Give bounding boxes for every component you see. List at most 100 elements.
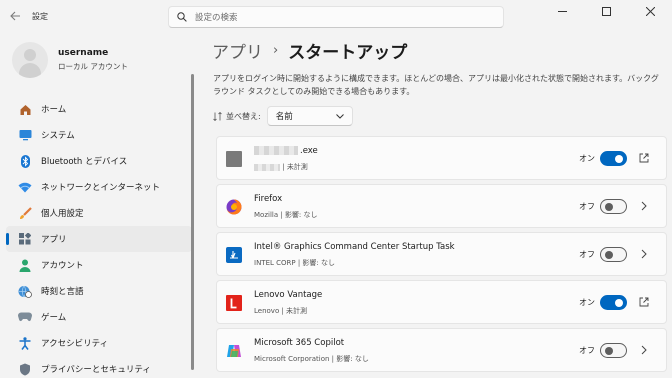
intel-graphics-icon [226, 247, 242, 263]
app-name: Lenovo Vantage [254, 290, 323, 300]
sort-icon [213, 111, 222, 121]
app-publisher: Mozilla [254, 211, 279, 219]
startup-app-row: Lenovo Vantage Lenovo | 未計測 オン [216, 280, 667, 324]
sidebar-item-label: アカウント [41, 261, 84, 271]
redacted-publisher-icon [254, 163, 280, 171]
sidebar-item-gaming[interactable]: ゲーム [6, 304, 192, 330]
sidebar-item-label: 個人用設定 [41, 209, 84, 219]
startup-app-row: .exe | 未計測 オン [216, 136, 667, 180]
sidebar-item-network[interactable]: ネットワークとインターネット [6, 174, 192, 200]
startup-toggle[interactable] [600, 247, 627, 262]
breadcrumb-separator: › [273, 43, 279, 58]
sidebar-item-label: プライバシーとセキュリティ [41, 365, 151, 375]
sidebar-item-label: アクセシビリティ [41, 339, 109, 349]
search-box[interactable]: 設定の検索 [168, 6, 504, 28]
startup-app-row: Intel® Graphics Command Center Startup T… [216, 232, 667, 276]
sidebar: username ローカル アカウント ホーム システム Bluetooth と… [0, 32, 196, 378]
account-icon [18, 258, 32, 272]
startup-toggle[interactable] [600, 343, 627, 358]
globe-clock-icon [18, 284, 32, 298]
profile-name: username [58, 48, 109, 58]
app-impact: 未計測 [286, 163, 308, 171]
arrow-left-icon [9, 11, 20, 21]
sidebar-item-home[interactable]: ホーム [6, 96, 192, 122]
toggle-state-label: オン [579, 154, 595, 163]
redacted-name-icon [254, 146, 298, 155]
monitor-icon [18, 128, 32, 142]
back-button[interactable] [6, 8, 24, 24]
sidebar-item-label: システム [41, 131, 75, 141]
chevron-right-icon[interactable] [638, 248, 650, 260]
sidebar-item-bluetooth[interactable]: Bluetooth とデバイス [6, 148, 192, 174]
sidebar-item-accessibility[interactable]: アクセシビリティ [6, 330, 192, 356]
app-impact: 影響: なし [284, 211, 318, 219]
app-name: Microsoft 365 Copilot [254, 338, 345, 348]
minimize-icon [557, 10, 567, 12]
close-button[interactable] [628, 0, 672, 22]
page-description: アプリをログイン時に開始するように構成できます。ほとんどの場合、アプリは最小化さ… [213, 74, 659, 96]
app-name: Firefox [254, 194, 283, 204]
sort-value: 名前 [275, 112, 293, 122]
sidebar-item-label: ゲーム [41, 313, 67, 323]
open-external-icon[interactable] [638, 296, 650, 308]
sidebar-item-label: 時刻と言語 [41, 287, 84, 297]
sidebar-item-personalization[interactable]: 個人用設定 [6, 200, 192, 226]
minimize-button[interactable] [540, 0, 584, 22]
sort-bar: 並べ替え: 名前 [213, 106, 353, 126]
sidebar-item-label: Bluetooth とデバイス [41, 157, 128, 167]
brush-icon [18, 206, 32, 220]
toggle-state-label: オフ [579, 250, 595, 259]
search-input[interactable]: 設定の検索 [195, 11, 238, 23]
startup-toggle[interactable] [600, 295, 627, 310]
app-title: 設定 [32, 12, 48, 21]
app-publisher: INTEL CORP [254, 259, 296, 267]
sort-label: 並べ替え: [226, 111, 261, 121]
accessibility-icon [18, 336, 32, 350]
maximize-button[interactable] [584, 0, 628, 22]
startup-app-row: Microsoft 365 Copilot Microsoft Corporat… [216, 328, 667, 372]
sidebar-scrollbar[interactable] [191, 74, 194, 370]
breadcrumb: アプリ › スタートアップ [212, 38, 407, 63]
toggle-state-label: オフ [579, 346, 595, 355]
open-external-icon[interactable] [638, 152, 650, 164]
wifi-icon [18, 180, 32, 194]
app-generic-icon [226, 151, 242, 167]
app-impact: 影響: なし [336, 355, 369, 363]
home-icon [18, 102, 32, 116]
shield-icon [18, 362, 32, 376]
gamepad-icon [18, 310, 32, 324]
startup-app-row: Firefox Mozilla | 影響: なし オフ [216, 184, 667, 228]
sidebar-item-accounts[interactable]: アカウント [6, 252, 192, 278]
startup-toggle[interactable] [600, 199, 627, 214]
app-impact: 未計測 [286, 307, 308, 315]
toggle-state-label: オフ [579, 202, 595, 211]
maximize-icon [601, 6, 611, 16]
apps-icon [18, 232, 32, 246]
title-bar: 設定 設定の検索 [0, 0, 672, 32]
lenovo-vantage-icon [226, 295, 242, 311]
sidebar-item-label: アプリ [41, 235, 67, 245]
app-publisher: Lenovo [254, 307, 280, 315]
sidebar-item-time-language[interactable]: 時刻と言語 [6, 278, 192, 304]
app-name: .exe [300, 146, 318, 156]
sidebar-item-apps[interactable]: アプリ [6, 226, 192, 252]
copilot-icon [226, 343, 242, 359]
main-content: アプリ › スタートアップ アプリをログイン時に開始するように構成できます。ほと… [196, 32, 672, 378]
chevron-right-icon[interactable] [638, 200, 650, 212]
startup-toggle[interactable] [600, 151, 627, 166]
avatar [12, 42, 48, 78]
firefox-icon [226, 199, 242, 215]
app-impact: 影響: なし [302, 259, 336, 267]
breadcrumb-apps-link[interactable]: アプリ [212, 38, 263, 63]
chevron-down-icon [335, 113, 344, 119]
sidebar-item-label: ネットワークとインターネット [41, 183, 161, 193]
user-profile[interactable]: username ローカル アカウント [12, 42, 128, 78]
sidebar-item-system[interactable]: システム [6, 122, 192, 148]
sidebar-nav: ホーム システム Bluetooth とデバイス ネットワークとインターネット … [6, 96, 192, 378]
page-title: スタートアップ [288, 43, 408, 63]
sidebar-item-privacy[interactable]: プライバシーとセキュリティ [6, 356, 192, 378]
sort-dropdown[interactable]: 名前 [266, 106, 353, 126]
toggle-state-label: オン [579, 298, 595, 307]
sidebar-item-label: ホーム [41, 105, 67, 115]
chevron-right-icon[interactable] [638, 344, 650, 356]
